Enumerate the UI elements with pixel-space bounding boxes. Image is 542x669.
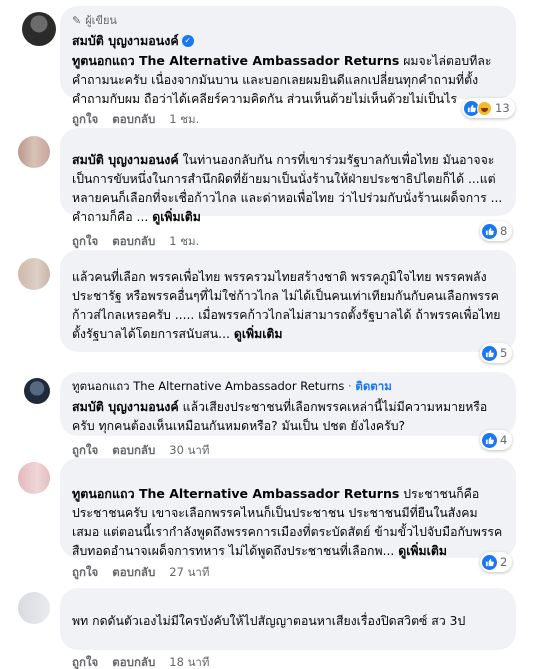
comment-actions: ถูกใจ ตอบกลับ 27 นาที [72, 564, 209, 582]
comment-5: ทูตนอกแถว The Alternative Ambassador Ret… [0, 456, 542, 582]
timestamp[interactable]: 1 ชม. [169, 233, 199, 251]
comment-text: แล้วคนที่เลือก พรรคเพื่อไทย พรรครวมไทยสร… [72, 270, 501, 341]
avatar[interactable] [18, 258, 50, 290]
commenter-name[interactable]: สมบัติ บุญงามอนงค์ [72, 31, 179, 51]
comment-4: ทูตนอกแถว The Alternative Ambassador Ret… [0, 372, 542, 458]
verified-badge-icon: ✓ [181, 35, 194, 47]
avatar[interactable] [18, 592, 50, 624]
like-icon [482, 223, 497, 239]
comment-bubble: ✎ ผู้เขียน สมบัติ บุญงามอนงค์ ✓ ทูตนอกแถ… [60, 6, 516, 106]
like-button[interactable]: ถูกใจ [72, 564, 98, 582]
comment-2: สมบัติ บุญงามอนงค์ ในท่านองกลับกัน การที… [0, 126, 542, 250]
haha-icon [477, 100, 492, 116]
comment-bubble: สมบัติ บุญงามอนงค์ ในท่านองกลับกัน การที… [60, 128, 516, 224]
reaction-count[interactable]: 13 [462, 98, 515, 118]
reaction-count[interactable]: 4 [480, 430, 513, 450]
see-more-link[interactable]: ดูเพิ่มเติม [234, 327, 283, 341]
timestamp[interactable]: 18 นาที [169, 654, 209, 669]
comment-actions: ถูกใจ ตอบกลับ 1 ชม. [72, 233, 199, 251]
reply-button[interactable]: ตอบกลับ [112, 233, 155, 251]
like-button[interactable]: ถูกใจ [72, 654, 98, 669]
avatar[interactable] [24, 378, 50, 404]
reply-button[interactable]: ตอบกลับ [112, 654, 155, 669]
comment-text: สมบัติ บุญงามอนงค์ แล้วเสียงประชาชนที่เล… [72, 399, 488, 433]
comment-text: พท กดดันตัวเองไม่มีใครบังคับให้ไปสัญญาตอ… [72, 614, 466, 628]
comment-3: แล้วคนที่เลือก พรรคเพื่อไทย พรรครวมไทยสร… [0, 250, 542, 365]
mention-link[interactable]: ทูตนอกแถว The Alternative Ambassador Ret… [72, 486, 399, 501]
mention-link[interactable]: สมบัติ บุญงามอนงค์ [72, 152, 179, 167]
comment-6: พท กดดันตัวเองไม่มีใครบังคับให้ไปสัญญาตอ… [0, 584, 542, 669]
like-button[interactable]: ถูกใจ [72, 233, 98, 251]
avatar[interactable] [22, 12, 56, 46]
comment-bubble: พท กดดันตัวเองไม่มีใครบังคับให้ไปสัญญาตอ… [60, 588, 516, 650]
pencil-icon: ✎ [72, 13, 82, 27]
see-more-link[interactable]: ดูเพิ่มเติม [152, 210, 201, 224]
commenter-header: ทูตนอกแถว The Alternative Ambassador Ret… [72, 378, 504, 396]
comment-actions: ถูกใจ ตอบกลับ 18 นาที [72, 654, 209, 669]
commenter-name[interactable]: ทูตนอกแถว The Alternative Ambassador Ret… [72, 379, 344, 393]
follow-button[interactable]: ติดตาม [355, 379, 391, 393]
reaction-count[interactable]: 2 [480, 552, 513, 572]
like-icon [482, 432, 497, 448]
comment-1: ✎ ผู้เขียน สมบัติ บุญงามอนงค์ ✓ ทูตนอกแถ… [0, 0, 542, 126]
comment-text: ทูตนอกแถว The Alternative Ambassador Ret… [72, 486, 503, 558]
avatar[interactable] [18, 462, 50, 494]
comment-text: ทูตนอกแถว The Alternative Ambassador Ret… [72, 53, 492, 106]
comment-bubble: ทูตนอกแถว The Alternative Ambassador Ret… [60, 458, 516, 558]
timestamp[interactable]: 27 นาที [169, 564, 209, 582]
comment-text: สมบัติ บุญงามอนงค์ ในท่านองกลับกัน การที… [72, 152, 503, 224]
mention-link[interactable]: ทูตนอกแถว The Alternative Ambassador Ret… [72, 53, 399, 68]
like-icon [482, 554, 497, 570]
reaction-count[interactable]: 5 [480, 343, 513, 363]
reaction-count[interactable]: 8 [480, 221, 513, 241]
separator-dot: · [348, 379, 352, 393]
like-icon [482, 345, 497, 361]
comment-bubble: ทูตนอกแถว The Alternative Ambassador Ret… [60, 372, 516, 436]
comment-bubble: แล้วคนที่เลือก พรรคเพื่อไทย พรรครวมไทยสร… [60, 250, 516, 352]
avatar[interactable] [18, 136, 50, 168]
reply-button[interactable]: ตอบกลับ [112, 564, 155, 582]
author-badge: ✎ ผู้เขียน [72, 13, 117, 28]
mention-link[interactable]: สมบัติ บุญงามอนงค์ [72, 399, 179, 414]
see-more-link[interactable]: ดูเพิ่มเติม [398, 544, 447, 558]
